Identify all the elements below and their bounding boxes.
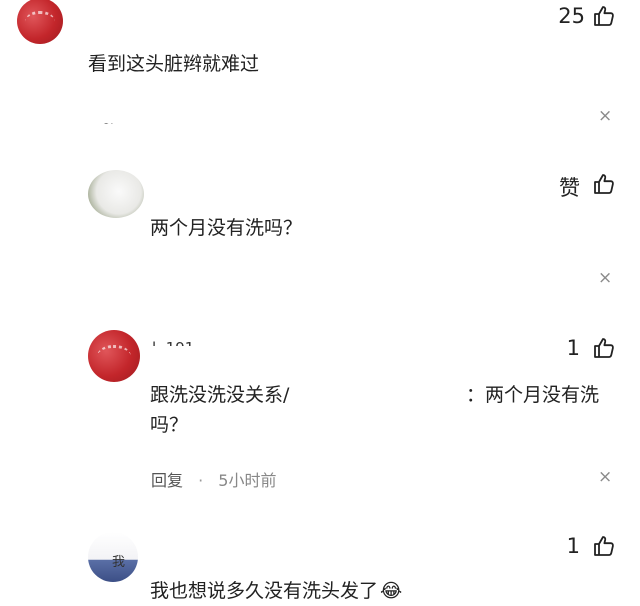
reply-button[interactable]: 回复 — [151, 471, 183, 490]
comment-text: 两个月没有洗吗？ — [150, 217, 303, 239]
avatar[interactable] — [88, 170, 144, 218]
thumbs-up-icon[interactable] — [592, 172, 616, 196]
comment-text: 跟洗没洗没关系/ — [150, 384, 290, 406]
username: l ·191 — [152, 338, 194, 346]
close-icon[interactable]: × — [598, 268, 612, 288]
separator-dot: · — [198, 471, 204, 490]
truncated-text: —~ — [88, 114, 114, 124]
thumbs-up-icon[interactable] — [592, 534, 616, 558]
username: 我 — [112, 555, 126, 570]
thumbs-up-icon[interactable] — [592, 4, 616, 28]
comment-text: 看到这头脏辫就难过 — [88, 53, 260, 75]
comment-text-line2: 吗？ — [150, 414, 189, 436]
like-count: 赞 — [559, 176, 580, 200]
close-icon[interactable]: × — [598, 106, 612, 126]
comment-text-body: 我也想说多久没有洗头发了 — [150, 580, 379, 602]
like-count: 1 — [566, 336, 580, 360]
comment-meta: 回复 · 5小时前 — [151, 467, 276, 491]
comment-text-continued: ：两个月没有洗 — [466, 384, 600, 406]
laughing-emoji-icon: 😂 — [380, 580, 403, 602]
timestamp: 5小时前 — [218, 471, 277, 490]
like-count: 25 — [558, 4, 585, 28]
avatar[interactable] — [17, 0, 63, 44]
comment-text: 我也想说多久没有洗头发了 😂 — [150, 576, 402, 606]
thumbs-up-icon[interactable] — [592, 336, 616, 360]
like-count: 1 — [566, 534, 580, 558]
close-icon[interactable]: × — [598, 467, 612, 487]
avatar[interactable] — [88, 330, 140, 382]
